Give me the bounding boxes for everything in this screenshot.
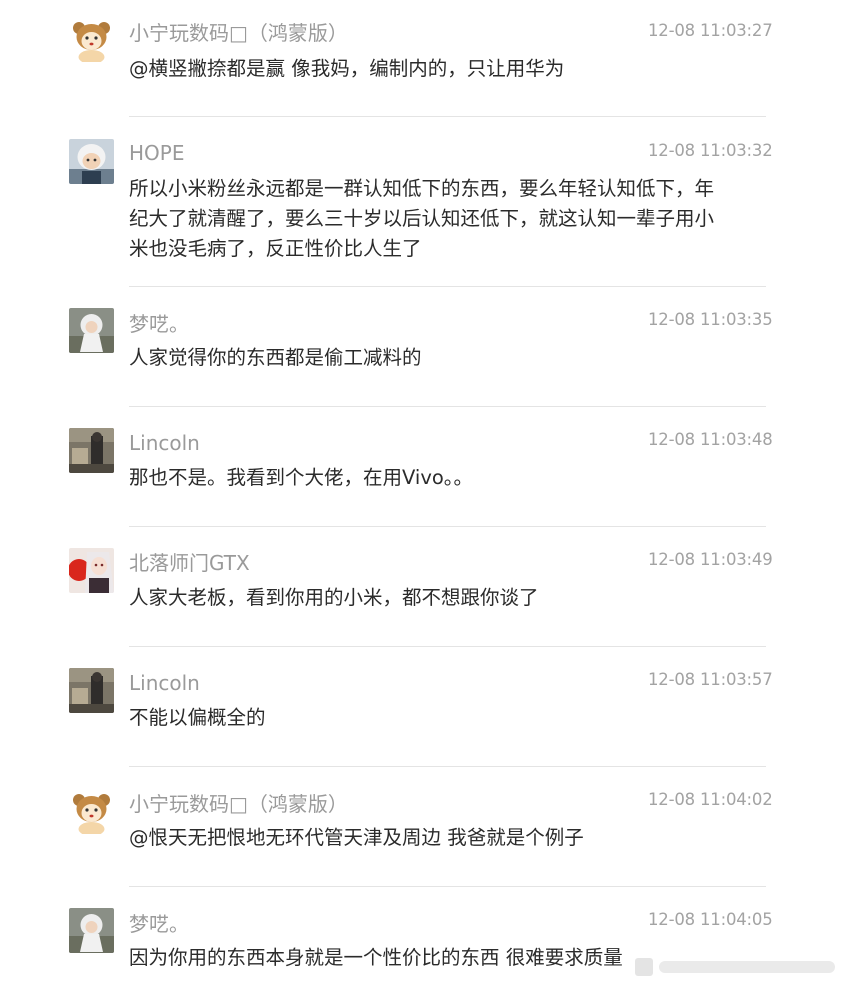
username[interactable]: Lincoln: [129, 671, 200, 695]
divider: [129, 766, 766, 767]
comment-text: 不能以偏概全的: [129, 706, 266, 729]
divider: [129, 886, 766, 887]
timestamp: 12-08 11:03:32: [648, 141, 773, 160]
comment-text: 人家大老板，看到你用的小米，都不想跟你谈了: [129, 586, 539, 609]
timestamp: 12-08 11:04:05: [648, 910, 773, 929]
comment-text: 因为你用的东西本身就是一个性价比的东西 很难要求质量: [129, 946, 623, 969]
divider: [129, 286, 766, 287]
divider: [129, 406, 766, 407]
username[interactable]: 北落师门GTX: [129, 551, 250, 575]
username[interactable]: Lincoln: [129, 431, 200, 455]
comment-text: 那也不是。我看到个大佬，在用Vivo。。: [129, 466, 474, 489]
bear-avatar-icon[interactable]: [69, 17, 114, 62]
comment-text: 所以小米粉丝永远都是一群认知低下的东西，要么年轻认知低下，年纪大了就清醒了，要么…: [129, 177, 715, 260]
white-haired-figure-avatar-icon[interactable]: [69, 308, 114, 353]
username[interactable]: 小宁玩数码□（鸿蒙版）: [129, 21, 348, 45]
divider: [129, 646, 766, 647]
timestamp: 12-08 11:03:27: [648, 21, 773, 40]
comment-feed: 小宁玩数码□（鸿蒙版） 12-08 11:03:27 @横竖撇捺都是赢 像我妈，…: [0, 0, 851, 987]
divider: [129, 526, 766, 527]
username[interactable]: 梦呓。: [129, 312, 189, 336]
bear-avatar-icon[interactable]: [69, 789, 114, 834]
astronaut-avatar-icon[interactable]: [69, 139, 114, 184]
comment-text: @横竖撇捺都是赢 像我妈，编制内的，只让用华为: [129, 57, 565, 80]
comment-text: @恨天无把恨地无环代管天津及周边 我爸就是个例子: [129, 826, 584, 849]
timestamp: 12-08 11:03:48: [648, 430, 773, 449]
photo-avatar-icon[interactable]: [69, 428, 114, 473]
comment-text: 人家觉得你的东西都是偷工减料的: [129, 346, 422, 369]
watermark: [635, 953, 845, 981]
white-haired-figure-avatar-icon[interactable]: [69, 908, 114, 953]
username[interactable]: HOPE: [129, 141, 184, 165]
timestamp: 12-08 11:04:02: [648, 790, 773, 809]
divider: [129, 116, 766, 117]
anime-girl-avatar-icon[interactable]: [69, 548, 114, 593]
timestamp: 12-08 11:03:35: [648, 310, 773, 329]
username[interactable]: 小宁玩数码□（鸿蒙版）: [129, 792, 348, 816]
username[interactable]: 梦呓。: [129, 912, 189, 936]
photo-avatar-icon[interactable]: [69, 668, 114, 713]
timestamp: 12-08 11:03:49: [648, 550, 773, 569]
timestamp: 12-08 11:03:57: [648, 670, 773, 689]
